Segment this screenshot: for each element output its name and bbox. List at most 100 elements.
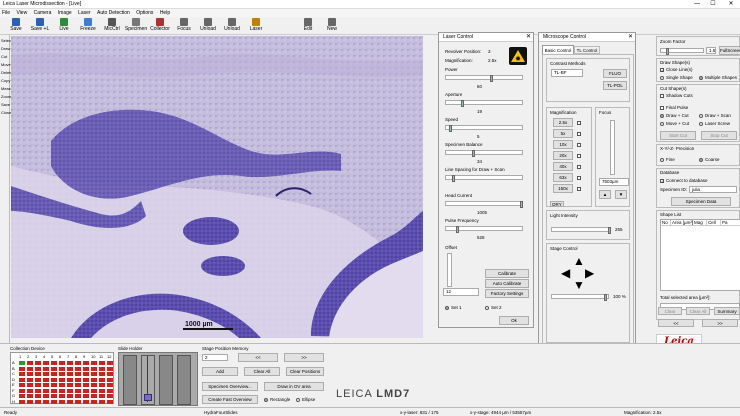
- summary-button[interactable]: Summary: [714, 307, 740, 315]
- collection-well[interactable]: [27, 366, 33, 371]
- col-area[interactable]: Area [µm²]: [671, 220, 693, 225]
- toolbar-button-5[interactable]: Specimen: [124, 18, 148, 34]
- toolbar-button-6[interactable]: Collector: [148, 18, 172, 34]
- coarse-radio[interactable]: Coarse: [699, 157, 720, 162]
- laser-screw-radio[interactable]: Laser Screw: [699, 121, 730, 126]
- collection-well[interactable]: [35, 399, 41, 404]
- collection-well[interactable]: [59, 372, 65, 376]
- collection-well[interactable]: [35, 388, 41, 393]
- focus-slider[interactable]: [610, 120, 615, 175]
- collection-well[interactable]: [75, 394, 81, 398]
- collection-well[interactable]: [35, 377, 41, 382]
- move-cut-radio[interactable]: Move + Cut: [660, 121, 689, 126]
- collection-well[interactable]: [99, 372, 105, 376]
- collection-well[interactable]: [91, 361, 97, 365]
- collection-well[interactable]: [43, 377, 49, 382]
- collection-well[interactable]: [91, 388, 97, 393]
- minimize-icon[interactable]: —: [690, 0, 704, 9]
- power-slider-thumb[interactable]: [490, 75, 493, 82]
- connect-db-checkbox[interactable]: Connect to database: [660, 178, 708, 183]
- collection-well[interactable]: [83, 383, 89, 387]
- collection-well[interactable]: [19, 372, 25, 376]
- slide-slot-2[interactable]: [141, 355, 155, 405]
- collection-well[interactable]: [107, 377, 113, 382]
- collection-well[interactable]: [107, 372, 113, 376]
- clear-all-shapes-button[interactable]: Clear All: [686, 307, 710, 315]
- laser-close-icon[interactable]: ✕: [526, 33, 531, 42]
- toolbar-button-8[interactable]: Unload: [196, 18, 220, 34]
- toolbar-button-2[interactable]: Live: [52, 18, 76, 34]
- collection-well[interactable]: [83, 394, 89, 398]
- shadow-cuts-checkbox[interactable]: Shadow Cuts: [660, 93, 693, 98]
- collection-well[interactable]: [67, 377, 73, 382]
- collection-well[interactable]: [27, 372, 33, 376]
- tool-copy[interactable]: Copy: [1, 78, 10, 83]
- collection-well[interactable]: [59, 399, 65, 404]
- collection-well[interactable]: [27, 388, 33, 393]
- zoom-slider-thumb[interactable]: [666, 48, 669, 55]
- specimen-data-button[interactable]: Specimen Data: [671, 197, 731, 206]
- collection-well[interactable]: [75, 399, 81, 404]
- menu-camera[interactable]: Camera: [34, 10, 52, 16]
- menu-auto-detection[interactable]: Auto Detection: [97, 10, 130, 16]
- collection-well[interactable]: [99, 394, 105, 398]
- collection-well[interactable]: [43, 383, 49, 387]
- collection-well[interactable]: [99, 377, 105, 382]
- tab-tl-control[interactable]: TL Control: [574, 46, 600, 54]
- toolbar-button-9[interactable]: Unload: [220, 18, 244, 34]
- collection-well[interactable]: [91, 383, 97, 387]
- collection-well[interactable]: [19, 399, 25, 404]
- collection-well[interactable]: [99, 388, 105, 393]
- toolbar-button-12[interactable]: New: [320, 18, 344, 34]
- tool-measure[interactable]: Measure: [1, 86, 17, 91]
- slide-slot-4[interactable]: [177, 355, 191, 405]
- col-no[interactable]: No: [661, 220, 671, 225]
- set2-radio[interactable]: Set 2: [485, 305, 502, 310]
- collection-well[interactable]: [59, 388, 65, 393]
- factory-settings-button[interactable]: Factory Settings: [485, 289, 529, 298]
- collection-well[interactable]: [59, 383, 65, 387]
- speed-slider-thumb[interactable]: [449, 125, 452, 132]
- collection-well[interactable]: [59, 394, 65, 398]
- set1-radio[interactable]: Set 1: [445, 305, 462, 310]
- objective-button-20x[interactable]: 20x: [553, 151, 573, 160]
- collection-well[interactable]: [35, 372, 41, 376]
- collection-well[interactable]: [67, 366, 73, 371]
- collection-well[interactable]: [19, 377, 25, 382]
- collection-well[interactable]: [99, 361, 105, 365]
- shape-list-table[interactable]: No Area [µm²] Mag Cell Pa: [660, 219, 740, 291]
- menu-options[interactable]: Options: [136, 10, 153, 16]
- close-lines-checkbox[interactable]: Close Line(s): [660, 67, 693, 72]
- collection-well[interactable]: [51, 366, 57, 371]
- laser-ok-button[interactable]: Ok: [499, 316, 529, 325]
- specimen-id-field[interactable]: julia: [689, 186, 737, 193]
- collection-well[interactable]: [35, 383, 41, 387]
- collection-well[interactable]: [51, 399, 57, 404]
- collection-well[interactable]: [51, 383, 57, 387]
- collection-well[interactable]: [107, 383, 113, 387]
- clear-button[interactable]: Clear: [658, 307, 682, 315]
- tool-draw[interactable]: Draw: [1, 46, 10, 51]
- shape-prev-button[interactable]: <<: [658, 319, 694, 327]
- collection-well[interactable]: [43, 394, 49, 398]
- microscope-image[interactable]: 1000 µm: [11, 36, 423, 338]
- toolbar-button-3[interactable]: Freeze: [76, 18, 100, 34]
- clear-positions-button[interactable]: Clear Positions: [286, 367, 324, 376]
- stage-up-icon[interactable]: ▲: [573, 254, 585, 268]
- balance-slider[interactable]: [445, 150, 523, 157]
- collection-well[interactable]: [19, 388, 25, 393]
- collection-well[interactable]: [67, 372, 73, 376]
- collection-well[interactable]: [83, 372, 89, 376]
- objective-button-2_5x[interactable]: 2.5x: [553, 118, 573, 127]
- menu-image[interactable]: Image: [58, 10, 72, 16]
- collection-well[interactable]: [91, 372, 97, 376]
- start-cut-button[interactable]: Start Cut: [660, 131, 696, 140]
- collection-well[interactable]: [51, 361, 57, 365]
- objective-checkbox[interactable]: [577, 186, 583, 192]
- objective-checkbox[interactable]: [577, 175, 583, 181]
- final-pulse-checkbox[interactable]: Final Pulse: [660, 105, 688, 110]
- collection-well[interactable]: [75, 383, 81, 387]
- collection-well[interactable]: [43, 361, 49, 365]
- balance-slider-thumb[interactable]: [472, 150, 475, 157]
- stage-down-icon[interactable]: ▼: [573, 278, 585, 292]
